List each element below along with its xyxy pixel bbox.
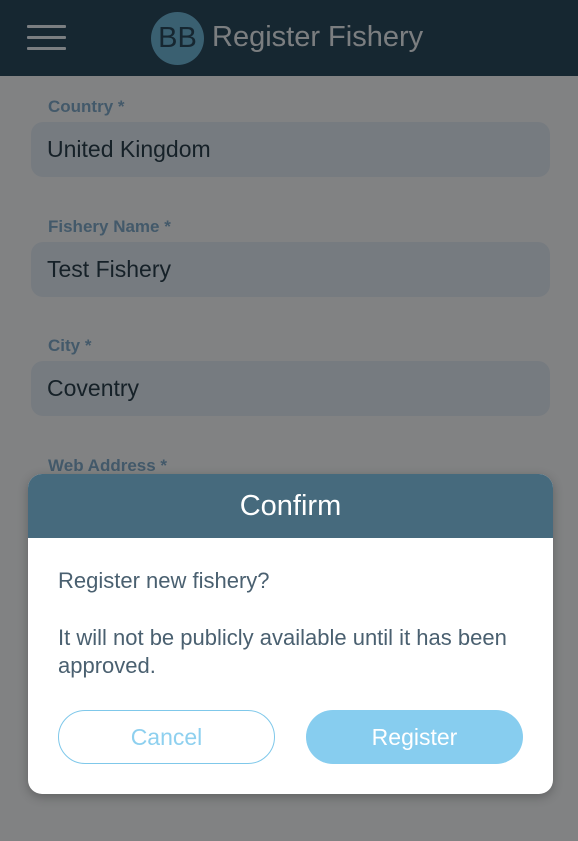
dialog-title: Confirm	[28, 474, 553, 538]
dialog-detail: It will not be publicly available until …	[58, 625, 507, 678]
dialog-message: Register new fishery?	[58, 568, 270, 593]
register-button[interactable]: Register	[306, 710, 523, 764]
cancel-button[interactable]: Cancel	[58, 710, 275, 764]
confirm-dialog: Confirm Register new fishery? It will no…	[28, 474, 553, 794]
